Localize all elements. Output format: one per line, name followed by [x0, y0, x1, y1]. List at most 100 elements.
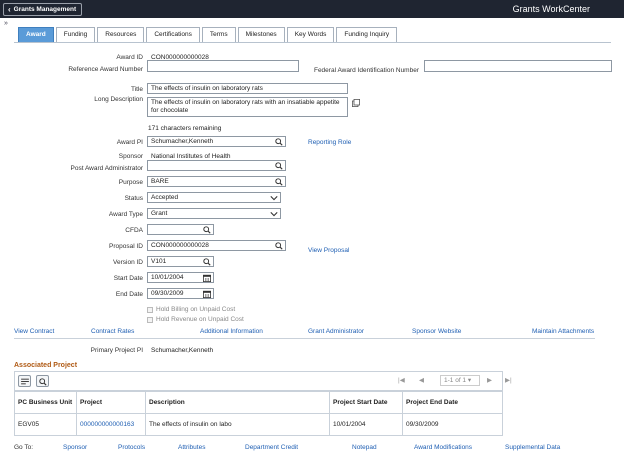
goto-protocols-link[interactable]: Protocols — [118, 444, 145, 451]
hold-revenue-label: Hold Revenue on Unpaid Cost — [156, 316, 244, 323]
cfda-input[interactable] — [147, 224, 214, 235]
search-icon[interactable] — [275, 242, 283, 250]
last-page-icon[interactable]: ▶| — [505, 376, 512, 384]
grant-administrator-link[interactable]: Grant Administrator — [308, 328, 364, 335]
goto-department-credit-link[interactable]: Department Credit — [245, 444, 298, 451]
sponsor-value: National Institutes of Health — [151, 153, 231, 160]
tab-funding[interactable]: Funding — [55, 27, 96, 42]
column-header: PC Business Unit — [14, 391, 77, 414]
hold-billing-label: Hold Billing on Unpaid Cost — [156, 306, 236, 313]
federal-award-id-input[interactable] — [424, 60, 612, 72]
end-date-value: 09/30/2009 — [151, 290, 184, 297]
page-title: Grants WorkCenter — [512, 4, 590, 14]
checkbox-box — [147, 306, 153, 313]
status-label: Status — [124, 195, 143, 202]
expand-text-icon[interactable] — [352, 99, 360, 107]
goto-sponsor-link[interactable]: Sponsor — [63, 444, 87, 451]
sponsor-label: Sponsor — [118, 153, 143, 160]
grid-toolbar: |◀ ◀ 1-1 of 1 ▾ ▶ ▶| — [14, 371, 512, 391]
go-to-label: Go To: — [14, 444, 34, 451]
version-id-value: V101 — [151, 258, 167, 265]
contract-rates-link[interactable]: Contract Rates — [91, 328, 134, 335]
tab-resources[interactable]: Resources — [97, 27, 145, 42]
proposal-id-input[interactable]: CON000000000028 — [147, 240, 286, 251]
back-to-grants-management-button[interactable]: ‹ Grants Management — [3, 3, 83, 16]
sponsor-website-link[interactable]: Sponsor Website — [412, 328, 461, 335]
search-icon[interactable] — [275, 178, 283, 186]
status-select[interactable]: Accepted — [147, 192, 281, 203]
reference-award-input[interactable] — [147, 60, 299, 72]
grid-find-button[interactable] — [36, 375, 49, 387]
long-description-textarea[interactable]: The effects of insulin on laboratory rat… — [147, 97, 348, 117]
first-page-icon[interactable]: |◀ — [398, 376, 405, 384]
award-type-label: Award Type — [108, 211, 143, 218]
award-type-value: Grant — [151, 210, 168, 217]
version-id-input[interactable]: V101 — [147, 256, 214, 267]
checkbox-box — [147, 316, 153, 323]
tab-award[interactable]: Award — [18, 27, 54, 42]
reporting-role-link[interactable]: Reporting Role — [308, 139, 351, 146]
view-proposal-link[interactable]: View Proposal — [308, 247, 349, 254]
title-input[interactable]: The effects of insulin on laboratory rat… — [147, 83, 348, 94]
cell-business-unit: EGV05 — [14, 413, 77, 436]
top-bar: ‹ Grants Management Grants WorkCenter — [0, 0, 624, 18]
divider — [14, 338, 595, 339]
post-award-admin-label: Post Award Administrator — [70, 165, 144, 172]
purpose-input[interactable]: BARE — [147, 176, 286, 187]
search-icon[interactable] — [203, 258, 211, 266]
additional-information-link[interactable]: Additional Information — [200, 328, 263, 335]
tab-bar: Award Funding Resources Certifications T… — [18, 27, 398, 42]
column-header: Project Start Date — [329, 391, 403, 414]
search-icon — [39, 378, 47, 386]
goto-award-modifications-link[interactable]: Award Modifications — [414, 444, 472, 451]
chevron-down-icon — [270, 212, 278, 217]
federal-award-id-label: Federal Award Identification Number — [313, 67, 419, 74]
tab-milestones[interactable]: Milestones — [237, 27, 285, 42]
page-selector[interactable]: 1-1 of 1 ▾ — [440, 375, 480, 386]
calendar-icon[interactable] — [203, 290, 211, 298]
goto-attributes-link[interactable]: Attributes — [178, 444, 205, 451]
cfda-label: CFDA — [125, 227, 143, 234]
award-pi-value: Schumacher,Kenneth — [151, 138, 214, 145]
associated-project-table: PC Business Unit Project Description Pro… — [14, 391, 503, 436]
tab-certifications[interactable]: Certifications — [146, 27, 200, 42]
associated-project-title: Associated Project — [14, 362, 78, 369]
search-icon[interactable] — [203, 226, 211, 234]
end-date-label: End Date — [115, 291, 143, 298]
back-button-label: Grants Management — [13, 6, 77, 13]
goto-supplemental-data-link[interactable]: Supplemental Data — [505, 444, 560, 451]
hold-billing-checkbox[interactable]: Hold Billing on Unpaid Cost — [147, 306, 235, 313]
cell-project-link[interactable]: 000000000000163 — [76, 413, 146, 436]
view-contract-link[interactable]: View Contract — [14, 328, 54, 335]
maintain-attachments-link[interactable]: Maintain Attachments — [532, 328, 594, 335]
hold-revenue-checkbox[interactable]: Hold Revenue on Unpaid Cost — [147, 316, 244, 323]
characters-remaining: 171 characters remaining — [148, 125, 222, 132]
reference-award-label: Reference Award Number — [68, 66, 143, 73]
calendar-icon[interactable] — [203, 274, 211, 282]
tab-terms[interactable]: Terms — [201, 27, 236, 42]
goto-notepad-link[interactable]: Notepad — [352, 444, 377, 451]
next-page-icon[interactable]: ▶ — [487, 376, 492, 384]
proposal-id-value: CON000000000028 — [151, 242, 209, 249]
proposal-id-label: Proposal ID — [109, 243, 143, 250]
award-pi-input[interactable]: Schumacher,Kenneth — [147, 136, 286, 147]
start-date-label: Start Date — [113, 275, 143, 282]
tab-funding-inquiry[interactable]: Funding Inquiry — [336, 27, 398, 42]
purpose-value: BARE — [151, 178, 169, 185]
table-row: EGV05 000000000000163 The effects of ins… — [14, 413, 503, 436]
long-description-label: Long Description — [94, 96, 143, 103]
award-type-select[interactable]: Grant — [147, 208, 281, 219]
start-date-input[interactable]: 10/01/2004 — [147, 272, 214, 283]
previous-page-icon[interactable]: ◀ — [419, 376, 424, 384]
grid-settings-icon — [21, 378, 29, 385]
search-icon[interactable] — [275, 162, 283, 170]
primary-project-pi-value: Schumacher,Kenneth — [151, 347, 214, 354]
post-award-admin-input[interactable] — [147, 160, 286, 171]
end-date-input[interactable]: 09/30/2009 — [147, 288, 214, 299]
purpose-label: Purpose — [118, 179, 143, 186]
tab-key-words[interactable]: Key Words — [286, 27, 335, 42]
expand-sidebar-icon[interactable]: » — [4, 20, 8, 27]
personalize-grid-button[interactable] — [18, 375, 31, 387]
search-icon[interactable] — [275, 138, 283, 146]
column-header: Project End Date — [402, 391, 503, 414]
